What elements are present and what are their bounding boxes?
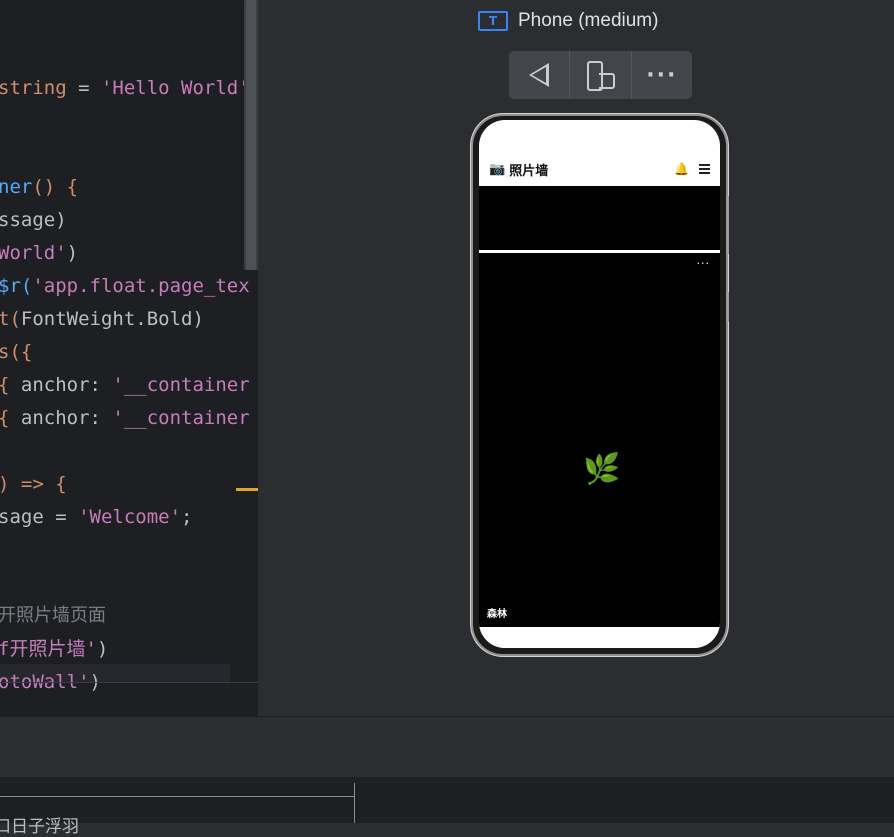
editor-divider bbox=[0, 682, 258, 683]
preview-toolbar: ··· bbox=[509, 51, 692, 99]
editor-scrollbar[interactable] bbox=[244, 0, 258, 270]
code-line[interactable]: ssage) bbox=[0, 208, 67, 232]
screen-bottom-area bbox=[479, 627, 720, 648]
code-line[interactable]: ) => { bbox=[0, 472, 67, 496]
previewer-panel: T Phone (medium) ··· 📷 照片墙 🔔 ··· 🌿 森林 bbox=[258, 0, 894, 716]
code-line[interactable]: t(FontWeight.Bold) bbox=[0, 307, 204, 331]
code-line[interactable]: string = 'Hello World' bbox=[0, 76, 250, 100]
warning-marker[interactable] bbox=[236, 488, 258, 491]
device-name: Phone (medium) bbox=[518, 10, 659, 31]
camera-icon: 📷 bbox=[489, 161, 506, 177]
more-options-button[interactable]: ··· bbox=[632, 51, 692, 99]
editor-scrollbar-thumb[interactable] bbox=[246, 0, 256, 270]
device-selector[interactable]: T Phone (medium) bbox=[478, 8, 658, 34]
app-title-group: 📷 照片墙 bbox=[489, 160, 548, 179]
code-comment[interactable]: 开照片墙页面 bbox=[0, 604, 106, 628]
code-line[interactable]: sage = 'Welcome'; bbox=[0, 505, 192, 529]
phone-screen: 📷 照片墙 🔔 ··· 🌿 森林 bbox=[479, 120, 720, 648]
phone-frame: 📷 照片墙 🔔 ··· 🌿 森林 bbox=[473, 116, 729, 654]
leaf-icon: 🌿 bbox=[583, 452, 621, 487]
device-type-icon: T bbox=[478, 11, 508, 31]
code-line[interactable]: ner() { bbox=[0, 175, 78, 199]
photo-card[interactable]: ··· 🌿 森林 bbox=[479, 253, 720, 627]
code-line[interactable]: $r('app.float.page_tex bbox=[0, 274, 250, 298]
code-line[interactable]: { anchor: '__container bbox=[0, 406, 250, 430]
code-line[interactable]: { anchor: '__container bbox=[0, 373, 250, 397]
code-line[interactable]: s({ bbox=[0, 340, 32, 364]
bottom-console-text: 口日子浮羽 bbox=[0, 817, 79, 837]
code-line[interactable]: World') bbox=[0, 241, 78, 265]
bottom-splitter[interactable] bbox=[354, 783, 355, 823]
more-dots-icon: ··· bbox=[646, 62, 678, 88]
back-triangle-icon bbox=[529, 63, 550, 87]
bottom-console bbox=[0, 777, 894, 823]
rotate-device-icon bbox=[585, 61, 616, 91]
volume-button bbox=[726, 196, 729, 254]
rotate-device-button[interactable] bbox=[570, 51, 632, 99]
code-line[interactable]: f开照片墙') bbox=[0, 637, 108, 661]
app-title: 照片墙 bbox=[509, 163, 549, 179]
banner-area bbox=[479, 186, 720, 250]
code-editor[interactable]: string = 'Hello World' ner() { ssage) Wo… bbox=[0, 0, 258, 716]
bell-icon[interactable]: 🔔 bbox=[674, 162, 689, 176]
power-button bbox=[726, 292, 729, 322]
bottom-separator bbox=[0, 796, 354, 797]
app-bar: 📷 照片墙 🔔 bbox=[479, 156, 720, 182]
more-options-icon[interactable]: ··· bbox=[697, 257, 711, 270]
menu-icon[interactable] bbox=[699, 164, 710, 174]
photo-caption: 森林 bbox=[487, 609, 507, 620]
app-actions: 🔔 bbox=[674, 162, 710, 176]
back-button[interactable] bbox=[509, 51, 571, 99]
